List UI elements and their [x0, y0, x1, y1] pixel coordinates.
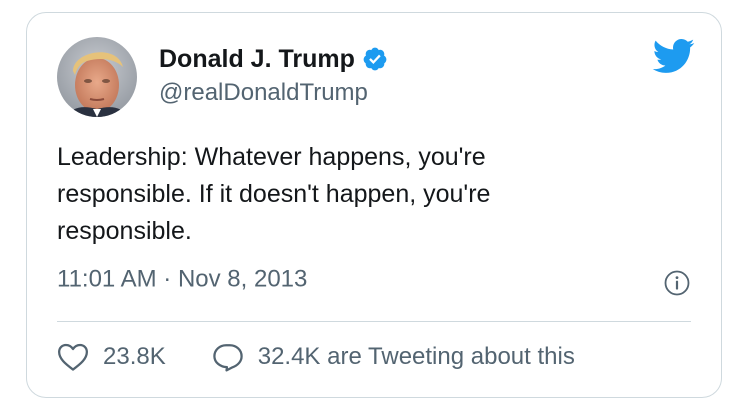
tweet-card[interactable]: Donald J. Trump @realDonaldTrump Leaders…: [26, 12, 722, 398]
user-handle[interactable]: @realDonaldTrump: [159, 79, 368, 107]
avatar-image: [57, 37, 137, 117]
meta-separator: ·: [156, 265, 178, 293]
reply-button[interactable]: 32.4K are Tweeting about this: [212, 342, 575, 372]
tweet-text: Leadership: Whatever happens, you're res…: [57, 143, 491, 245]
divider: [57, 321, 691, 322]
tweet-time[interactable]: 11:01 AM: [57, 266, 157, 293]
name-row: Donald J. Trump: [159, 43, 388, 75]
display-name[interactable]: Donald J. Trump: [159, 45, 355, 74]
verified-badge-icon: [362, 46, 388, 72]
heart-icon: [58, 343, 88, 371]
avatar[interactable]: [57, 37, 137, 117]
like-button[interactable]: 23.8K: [57, 342, 166, 372]
tweeting-about-count: 32.4K are Tweeting about this: [257, 343, 575, 370]
tweet-meta[interactable]: 11:01 AM · Nov 8, 2013: [57, 265, 307, 294]
twitter-bird-icon[interactable]: [651, 37, 695, 75]
speech-bubble-icon: [212, 344, 243, 372]
tweet-actions: 23.8K 32.4K are Tweeting about this: [57, 342, 575, 372]
like-count: 23.8K: [103, 343, 166, 370]
info-icon[interactable]: [663, 269, 691, 297]
tweet-date[interactable]: Nov 8, 2013: [178, 266, 307, 293]
